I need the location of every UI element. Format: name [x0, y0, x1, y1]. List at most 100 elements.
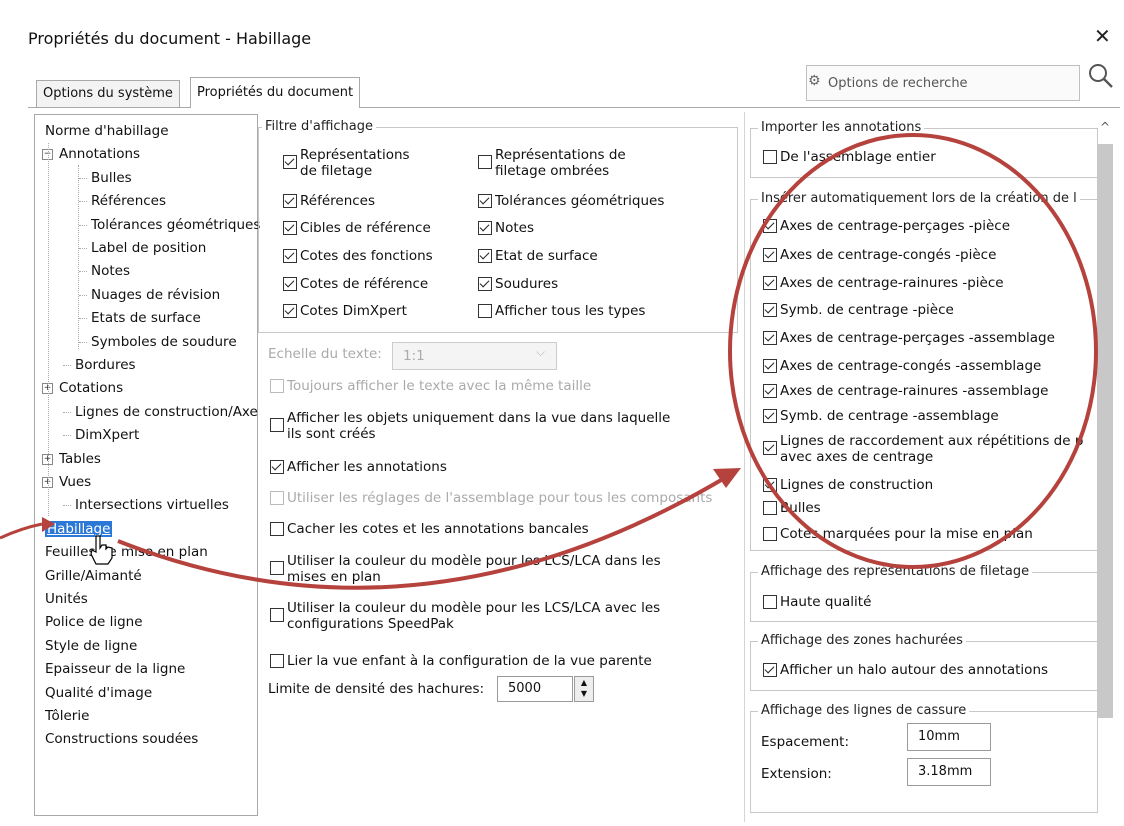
tree-item-label: Bordures	[75, 357, 136, 373]
auto-insert-option-label: Bulles	[780, 500, 821, 516]
filter-option-checkbox[interactable]	[283, 221, 297, 235]
tree-item[interactable]: Feuilles de mise en plan	[45, 543, 208, 561]
filter-option-checkbox[interactable]	[478, 194, 492, 208]
tree-item[interactable]: Style de ligne	[45, 637, 137, 655]
auto-insert-title: Insérer automatiquement lors de la créat…	[758, 191, 1080, 206]
filter-option-label: Représentations de	[495, 147, 626, 163]
tree-item-label: Bulles	[91, 169, 132, 186]
tree-item[interactable]: Intersections virtuelles	[63, 496, 229, 514]
filter-option-checkbox[interactable]	[478, 277, 492, 291]
display-option-checkbox[interactable]	[270, 491, 284, 505]
display-option-checkbox[interactable]	[270, 561, 284, 575]
auto-insert-option-checkbox[interactable]	[763, 219, 777, 233]
tree-item-label: Tolérances géométriques	[91, 216, 261, 233]
tree-item[interactable]: Norme d'habillage	[45, 122, 169, 140]
spin-up-icon[interactable]: ▲	[575, 677, 593, 688]
tree-item[interactable]: Police de ligne	[45, 613, 143, 631]
close-icon[interactable]: ✕	[1094, 24, 1111, 48]
tree-item[interactable]: Epaisseur de la ligne	[45, 660, 185, 678]
tree-item[interactable]: Etats de surface	[79, 309, 201, 327]
tree-item[interactable]: Nuages de révision	[79, 286, 220, 304]
extension-label: Extension:	[761, 766, 832, 782]
tree-item[interactable]: Qualité d'image	[45, 684, 152, 702]
filter-option-checkbox[interactable]	[283, 155, 297, 169]
import-annotations-option-checkbox[interactable]	[763, 150, 777, 164]
tree-item[interactable]: Tôlerie	[45, 707, 89, 725]
auto-insert-option-checkbox[interactable]	[763, 384, 777, 398]
auto-insert-option-checkbox[interactable]	[763, 276, 777, 290]
hatch-density-input[interactable]: 5000	[497, 676, 573, 702]
search-icon[interactable]	[1088, 63, 1114, 95]
auto-insert-option-label: Axes de centrage-congés -assemblage	[780, 358, 1042, 374]
display-option-label: Afficher les objets uniquement dans la v…	[287, 410, 671, 426]
display-option-checkbox[interactable]	[270, 522, 284, 536]
extension-input[interactable]: 3.18mm	[907, 758, 991, 786]
tree-item[interactable]: Bulles	[79, 169, 132, 187]
filter-option-checkbox[interactable]	[478, 249, 492, 263]
tree-item[interactable]: Symboles de soudure	[79, 333, 237, 351]
tree-item[interactable]: Habillage	[45, 520, 113, 538]
filter-option-checkbox[interactable]	[478, 221, 492, 235]
gear-icon: ⚙	[808, 73, 821, 89]
filter-option-checkbox[interactable]	[283, 277, 297, 291]
tree-item[interactable]: Constructions soudées	[45, 730, 198, 748]
tree-connector	[79, 177, 87, 179]
auto-insert-option-checkbox[interactable]	[763, 501, 777, 515]
tree-item[interactable]: Références	[79, 192, 166, 210]
hatch-density-label: Limite de densité des hachures:	[268, 681, 485, 697]
tab-system-options[interactable]: Options du système	[36, 80, 180, 107]
tree-connector	[63, 365, 71, 366]
tree-item[interactable]: Notes	[79, 262, 130, 280]
tree-connector	[79, 224, 87, 226]
filter-option-checkbox[interactable]	[283, 194, 297, 208]
tree-item[interactable]: + Cotations	[42, 379, 123, 397]
filter-option-checkbox[interactable]	[283, 304, 297, 318]
auto-insert-option-label: Symb. de centrage -pièce	[780, 302, 954, 318]
auto-insert-option-checkbox[interactable]	[763, 359, 777, 373]
tree-item-label: Norme d'habillage	[45, 123, 169, 139]
hatch-zones-option-checkbox[interactable]	[763, 663, 777, 677]
auto-insert-option-checkbox[interactable]	[763, 409, 777, 423]
tree-item[interactable]: Label de position	[79, 239, 207, 257]
tree-item[interactable]: Unités	[45, 590, 88, 608]
tree-item-label: Tôlerie	[45, 708, 90, 724]
auto-insert-option-checkbox[interactable]	[763, 478, 777, 492]
filter-option-checkbox[interactable]	[478, 155, 492, 169]
spin-down-icon[interactable]: ▼	[575, 688, 593, 699]
auto-insert-option-checkbox[interactable]	[763, 248, 777, 262]
tab-document-properties[interactable]: Propriétés du document	[190, 77, 361, 108]
auto-insert-option-checkbox[interactable]	[763, 441, 777, 455]
display-option-checkbox[interactable]	[270, 460, 284, 474]
display-option-label-line2: configurations SpeedPak	[287, 616, 454, 632]
display-filter-title: Filtre d'affichage	[262, 119, 377, 134]
options-tree[interactable]: Norme d'habillage − Annotations Bulles Référ…	[34, 114, 261, 816]
panel-divider	[744, 112, 745, 822]
filter-option-checkbox[interactable]	[478, 304, 492, 318]
tree-item-label: Label de position	[91, 240, 207, 256]
tree-connector	[79, 271, 87, 273]
hatch-density-stepper[interactable]: ▲ ▼	[574, 676, 594, 702]
tree-item[interactable]: + Vues	[42, 473, 91, 491]
auto-insert-option-checkbox[interactable]	[763, 331, 777, 345]
tree-item[interactable]: Grille/Aimanté	[45, 567, 142, 585]
tree-item[interactable]: Tolérances géométriques	[79, 216, 261, 234]
auto-insert-option-label: Lignes de construction	[780, 477, 934, 493]
filter-option-checkbox[interactable]	[283, 249, 297, 263]
display-option-checkbox[interactable]	[270, 418, 284, 432]
filter-option-label-line2: de filetage	[300, 163, 373, 179]
import-annotations-option-label: De l'assemblage entier	[780, 149, 936, 165]
scrollbar-thumb[interactable]	[1097, 144, 1113, 718]
tree-item[interactable]: DimXpert	[63, 426, 139, 444]
tree-item[interactable]: − Annotations	[42, 145, 140, 163]
display-option-checkbox[interactable]	[270, 608, 284, 622]
scroll-up-icon[interactable]: ^	[1097, 120, 1113, 134]
spacing-input[interactable]: 10mm	[907, 723, 991, 751]
tree-item[interactable]: Lignes de construction/Axe	[63, 403, 258, 421]
display-option-checkbox[interactable]	[270, 379, 284, 393]
tree-item[interactable]: + Tables	[42, 450, 101, 468]
auto-insert-option-checkbox[interactable]	[763, 527, 777, 541]
display-option-checkbox[interactable]	[270, 654, 284, 668]
thread-display-option-checkbox[interactable]	[763, 595, 777, 609]
auto-insert-option-checkbox[interactable]	[763, 303, 777, 317]
tree-item[interactable]: Bordures	[63, 356, 136, 374]
